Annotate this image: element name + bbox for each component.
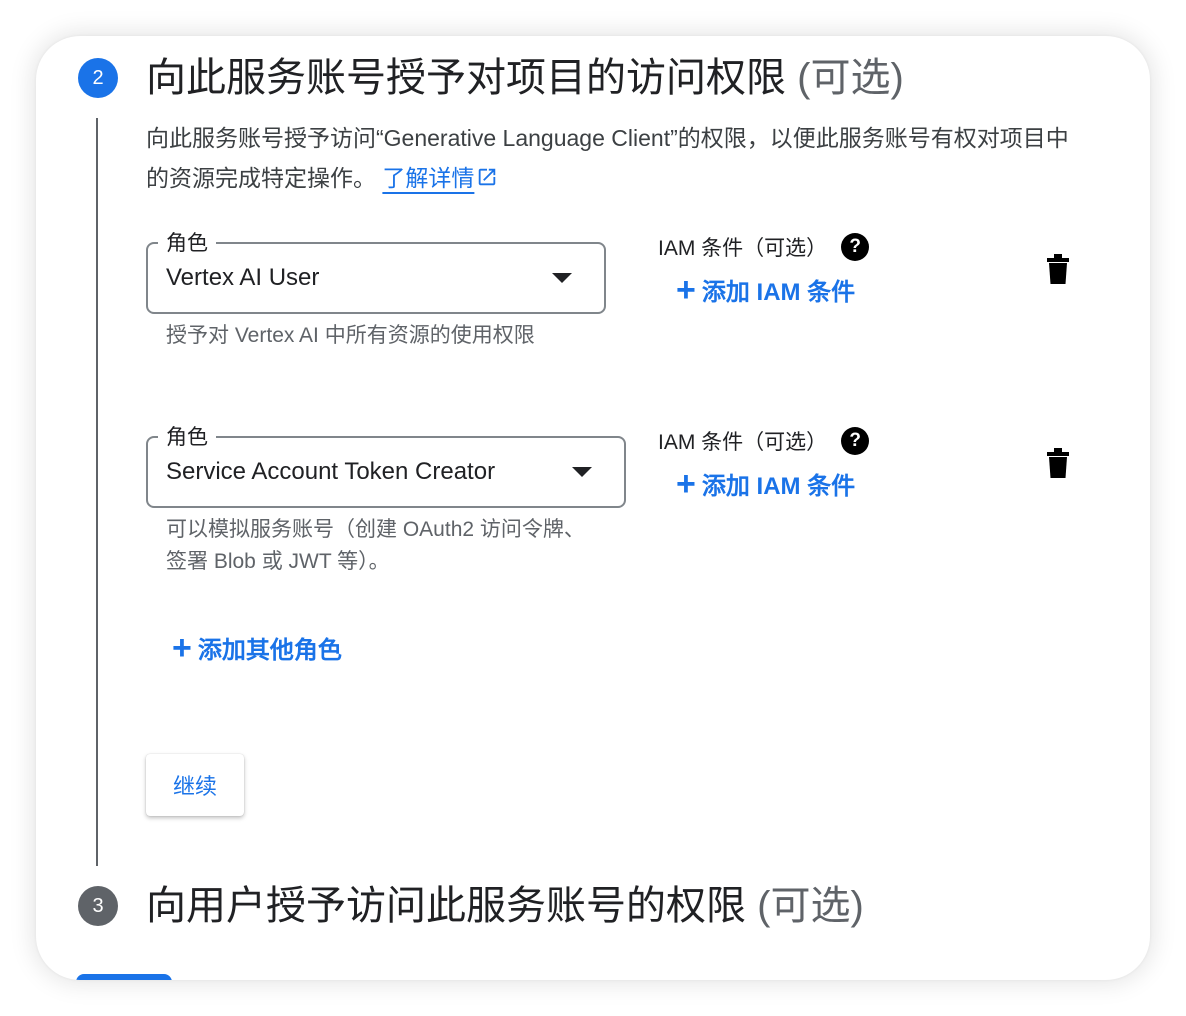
dropdown-arrow-icon [572,467,592,477]
role-select-2[interactable]: Service Account Token Creator [146,436,626,508]
iam-condition-1-label-text: IAM 条件（可选） [658,237,828,260]
step-2-title[interactable]: 向此服务账号授予对项目的访问权限 (可选) [146,54,904,102]
external-link-icon [476,160,498,200]
iam-condition-2-label: IAM 条件（可选） ? [658,426,870,456]
step-2-number-badge: 2 [78,58,118,98]
next-section-button-edge[interactable] [76,974,172,980]
help-circle-icon[interactable]: ? [841,233,870,261]
plus-icon: + [172,628,192,667]
step-connector-line [96,118,98,866]
step-2-title-text: 向此服务账号授予对项目的访问权限 [146,56,786,100]
role-2-value: Service Account Token Creator [166,458,496,485]
step-2-description: 向此服务账号授予访问“Generative Language Client”的权… [146,118,1086,200]
add-iam-condition-2-button[interactable]: + 添加 IAM 条件 [676,466,855,501]
role-1-value: Vertex AI User [166,264,320,291]
delete-role-2-trash-icon[interactable] [1046,448,1070,483]
service-account-wizard-card: 2 向此服务账号授予对项目的访问权限 (可选) 向此服务账号授予访问“Gener… [36,36,1150,980]
continue-label: 继续 [172,774,217,799]
add-iam-condition-1-label: 添加 IAM 条件 [701,279,856,306]
add-another-role-label: 添加其他角色 [197,637,342,664]
iam-condition-1-label: IAM 条件（可选） ? [658,232,870,262]
step-3-optional-label: (可选) [757,884,864,928]
help-circle-icon[interactable]: ? [841,427,870,455]
iam-condition-2-label-text: IAM 条件（可选） [658,431,828,454]
step-3-number-badge: 3 [78,886,118,926]
role-2-help-text: 可以模拟服务账号（创建 OAuth2 访问令牌、签署 Blob 或 JWT 等）… [166,518,585,573]
description-text: 向此服务账号授予访问“Generative Language Client”的权… [146,125,1069,191]
role-1-label: 角色 [158,232,216,256]
learn-more-link[interactable]: 了解详情 [382,165,498,191]
step-3-title-text: 向用户授予访问此服务账号的权限 [146,884,746,928]
delete-role-1-trash-icon[interactable] [1046,254,1070,289]
step-2-optional-label: (可选) [797,56,904,100]
add-another-role-button[interactable]: + 添加其他角色 [172,630,342,665]
step-3-number: 3 [92,894,104,917]
add-iam-condition-2-label: 添加 IAM 条件 [701,473,856,500]
role-1-help-text: 授予对 Vertex AI 中所有资源的使用权限 [166,324,535,347]
role-2-label: 角色 [158,426,216,450]
dropdown-arrow-icon [552,273,572,283]
step-3-title[interactable]: 向用户授予访问此服务账号的权限 (可选) [146,882,864,930]
add-iam-condition-1-button[interactable]: + 添加 IAM 条件 [676,272,855,307]
continue-button[interactable]: 继续 [146,754,244,816]
step-2-number: 2 [92,66,104,89]
plus-icon: + [676,464,696,503]
learn-more-text: 了解详情 [382,165,475,191]
plus-icon: + [676,270,696,309]
